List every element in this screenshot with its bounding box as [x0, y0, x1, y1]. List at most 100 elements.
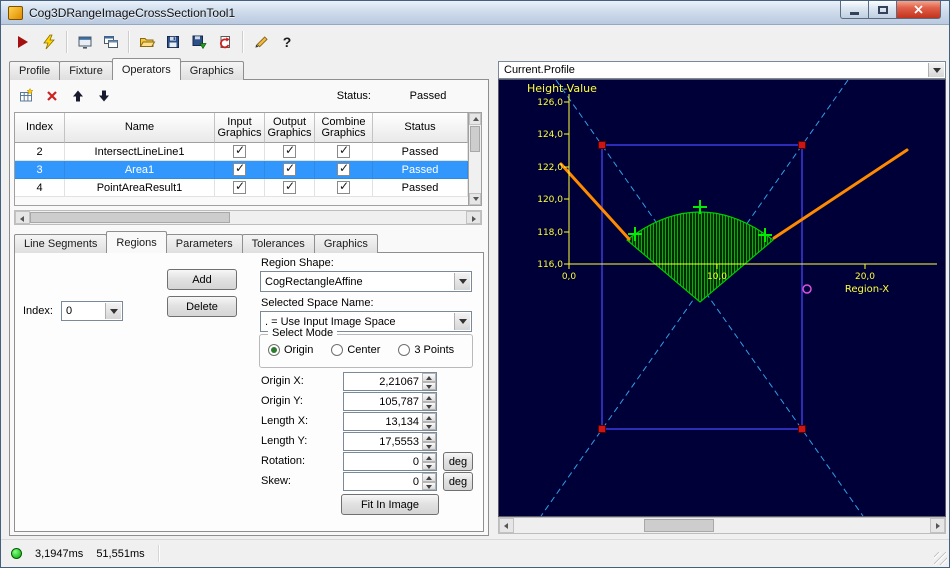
open-file-button[interactable] [134, 30, 160, 55]
result-display-button[interactable] [72, 30, 98, 55]
profile-chart-canvas[interactable]: Height-Value 126,0 124,0 122,0 120,0 118… [499, 80, 945, 516]
reset-tool-icon [219, 36, 230, 49]
float-display-icon [104, 36, 118, 48]
add-region-button[interactable]: Add [167, 269, 237, 290]
region-shape-combo[interactable]: CogRectangleAffine [260, 271, 472, 292]
scroll-down-arrow[interactable] [469, 193, 481, 205]
tab-line-segments[interactable]: Line Segments [14, 234, 108, 253]
grid-vertical-scrollbar[interactable] [468, 113, 481, 205]
profile-selector-combo[interactable]: Current.Profile [498, 61, 946, 79]
add-operator-button[interactable] [14, 84, 37, 107]
output-graphics-checkbox[interactable] [283, 179, 296, 194]
reset-tool-button[interactable] [212, 30, 238, 55]
col-header-output-graphics[interactable]: Output Graphics [265, 113, 315, 143]
scroll-left-arrow[interactable] [499, 518, 514, 533]
tab-fixture[interactable]: Fixture [59, 61, 113, 80]
spin-up-button[interactable] [422, 413, 436, 422]
scroll-right-arrow[interactable] [466, 211, 481, 224]
edit-graphics-button[interactable] [248, 30, 274, 55]
spin-down-button[interactable] [422, 461, 436, 470]
scroll-up-arrow[interactable] [469, 113, 481, 125]
scroll-thumb[interactable] [470, 126, 480, 152]
tab-operators[interactable]: Operators [111, 58, 181, 80]
resize-grip[interactable] [934, 552, 947, 565]
combine-graphics-checkbox[interactable] [337, 161, 350, 176]
spin-down-button[interactable] [422, 401, 436, 410]
combine-graphics-checkbox[interactable] [337, 143, 350, 158]
move-operator-up-button[interactable] [66, 84, 89, 107]
spin-down-button[interactable] [422, 421, 436, 430]
minimize-button[interactable] [840, 1, 869, 19]
handle-bottom-right[interactable] [798, 425, 806, 433]
run-button[interactable] [10, 30, 36, 55]
handle-top-right[interactable] [798, 141, 806, 149]
delete-operator-button[interactable] [40, 84, 63, 107]
handle-top-left[interactable] [598, 141, 606, 149]
x-tick-label: 10,0 [707, 272, 727, 282]
profile-chart[interactable]: Height-Value 126,0 124,0 122,0 120,0 118… [498, 79, 946, 517]
fit-in-image-button[interactable]: Fit In Image [341, 494, 439, 515]
help-button[interactable]: ? [274, 30, 300, 55]
close-button[interactable] [896, 1, 941, 19]
run-status-led-icon [11, 548, 22, 559]
tab-graphics-sub[interactable]: Graphics [313, 234, 378, 253]
length-x-label: Length X: [261, 415, 309, 427]
chart-horizontal-scrollbar[interactable] [498, 517, 946, 534]
spin-up-button[interactable] [422, 393, 436, 402]
dropdown-button[interactable] [928, 63, 944, 77]
input-graphics-checkbox[interactable] [233, 161, 246, 176]
tab-graphics[interactable]: Graphics [179, 61, 244, 80]
spin-up-button[interactable] [422, 453, 436, 462]
output-graphics-checkbox[interactable] [283, 161, 296, 176]
col-header-combine-graphics[interactable]: Combine Graphics [315, 113, 373, 143]
operator-row[interactable]: 4 PointAreaResult1 Passed [15, 179, 468, 197]
region-shape-value: CogRectangleAffine [265, 275, 363, 288]
col-header-status[interactable]: Status [373, 113, 468, 143]
combine-graphics-checkbox[interactable] [337, 179, 350, 194]
tab-parameters[interactable]: Parameters [165, 234, 243, 253]
operator-row-selected[interactable]: 3 Area1 Passed [15, 161, 468, 179]
tab-regions[interactable]: Regions [106, 231, 167, 253]
float-display-button[interactable] [98, 30, 124, 55]
skew-unit-button[interactable]: deg [443, 472, 473, 491]
run-continuous-button[interactable] [36, 30, 62, 55]
tab-tolerances[interactable]: Tolerances [241, 234, 315, 253]
handle-bottom-left[interactable] [598, 425, 606, 433]
delete-region-button[interactable]: Delete [167, 296, 237, 317]
scroll-thumb[interactable] [30, 212, 230, 223]
grid-horizontal-scrollbar[interactable] [14, 210, 482, 225]
output-graphics-checkbox[interactable] [283, 143, 296, 158]
save-file-button[interactable] [160, 30, 186, 55]
radio-origin[interactable] [268, 344, 280, 356]
scroll-thumb[interactable] [644, 519, 714, 532]
spin-down-button[interactable] [422, 381, 436, 390]
title-bar[interactable]: Cog3DRangeImageCrossSectionTool1 [1, 1, 949, 25]
toolbar-separator [128, 31, 130, 53]
move-operator-down-button[interactable] [92, 84, 115, 107]
dropdown-button[interactable] [454, 313, 470, 330]
spin-down-button[interactable] [422, 441, 436, 450]
spin-up-button[interactable] [422, 433, 436, 442]
radio-center[interactable] [331, 344, 344, 356]
radio-3points-label: 3 Points [414, 344, 455, 356]
save-image-button[interactable] [186, 30, 212, 55]
input-graphics-checkbox[interactable] [233, 179, 246, 194]
toolbar-separator [66, 31, 68, 53]
maximize-button[interactable] [868, 1, 897, 19]
radio-3points[interactable] [398, 344, 411, 356]
operator-row[interactable]: 2 IntersectLineLine1 Passed [15, 143, 468, 161]
scroll-right-arrow[interactable] [930, 518, 945, 533]
spin-up-button[interactable] [422, 473, 436, 482]
col-header-name[interactable]: Name [65, 113, 215, 143]
spin-up-button[interactable] [422, 373, 436, 382]
tab-profile[interactable]: Profile [9, 61, 61, 80]
rotation-unit-button[interactable]: deg [443, 452, 473, 471]
dropdown-button[interactable] [105, 303, 121, 319]
input-graphics-checkbox[interactable] [233, 143, 246, 158]
dropdown-button[interactable] [454, 273, 470, 290]
col-header-index[interactable]: Index [15, 113, 65, 143]
spin-down-button[interactable] [422, 481, 436, 490]
scroll-left-arrow[interactable] [15, 211, 30, 224]
col-header-input-graphics[interactable]: Input Graphics [215, 113, 265, 143]
region-index-combo[interactable]: 0 [61, 301, 123, 321]
